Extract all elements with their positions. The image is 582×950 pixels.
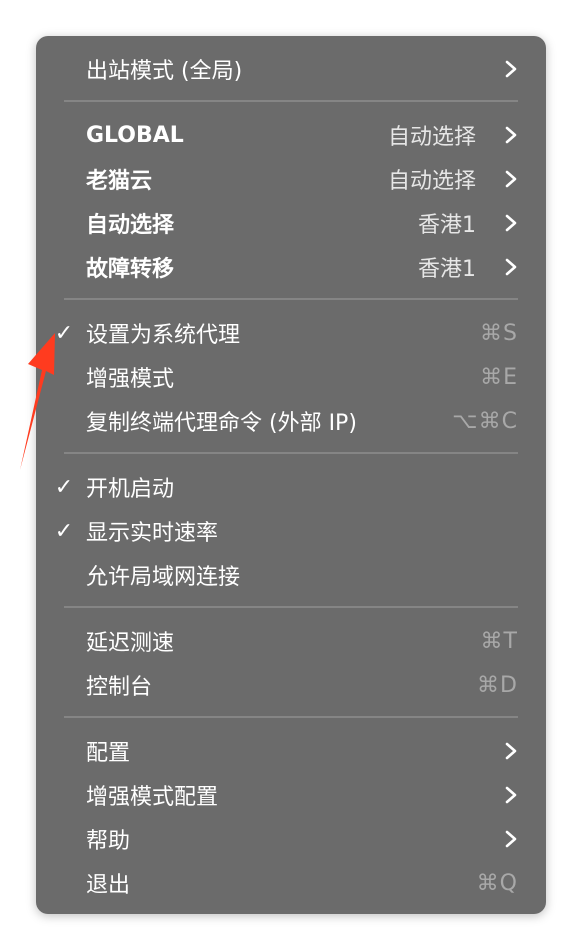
- annotation-arrow-icon: [20, 333, 55, 470]
